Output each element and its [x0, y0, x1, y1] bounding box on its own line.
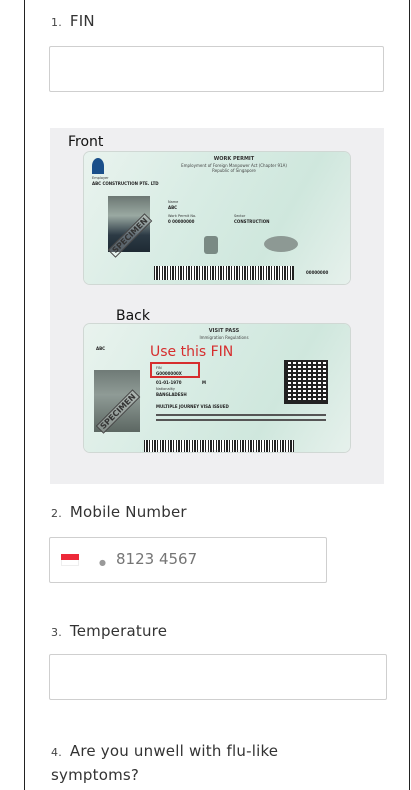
mobile-number-field[interactable]: ●	[49, 537, 327, 583]
fin-location-illustration: Front WORK PERMIT Employment of Foreign …	[50, 128, 384, 484]
question-text: FIN	[69, 12, 95, 30]
card-country: Republic of Singapore	[212, 168, 256, 173]
front-label: Front	[68, 134, 104, 150]
sex-value: M	[202, 380, 206, 385]
card-subtitle: Immigration Regulations	[199, 335, 249, 340]
info-line	[156, 414, 326, 416]
name-label: Name	[168, 200, 179, 204]
card-title: WORK PERMIT	[213, 156, 255, 162]
nationality-value: BANGLADESH	[156, 392, 187, 397]
nationality-label: Nationality	[156, 387, 176, 391]
card-title: VISIT PASS	[208, 328, 240, 334]
name-value: ABC	[96, 346, 106, 351]
temperature-input[interactable]	[49, 654, 387, 700]
employer-label: Employer	[92, 176, 109, 180]
emblem-icon	[92, 158, 104, 174]
card-serial: 00000000	[306, 270, 329, 275]
question-unwell-label: 4. Are you unwell with flu-like symptoms?	[51, 740, 391, 786]
sector-value: CONSTRUCTION	[234, 219, 270, 224]
back-label: Back	[116, 308, 150, 324]
barcode	[144, 440, 294, 452]
work-permit-card-front: WORK PERMIT Employment of Foreign Manpow…	[84, 152, 350, 284]
question-number: 1.	[51, 16, 62, 29]
qr-code-icon	[284, 360, 328, 404]
fin-highlight-box	[150, 362, 200, 378]
thumbprint	[264, 236, 298, 252]
barcode	[154, 266, 294, 280]
question-temperature-label: 3. Temperature	[51, 622, 167, 640]
dropdown-dot-icon[interactable]: ●	[99, 558, 106, 567]
work-permit-label: Work Permit No.	[168, 214, 197, 218]
info-line	[156, 419, 326, 421]
work-permit-value: 0 00000000	[168, 219, 195, 224]
question-number: 4.	[51, 746, 62, 759]
question-number: 2.	[51, 507, 62, 520]
use-this-fin-note: Use this FIN	[150, 344, 234, 360]
question-mobile-label: 2. Mobile Number	[51, 503, 187, 521]
question-text: Temperature	[69, 622, 168, 640]
fin-input[interactable]	[49, 46, 384, 92]
employer-value: ABC CONSTRUCTION PTE. LTD	[92, 181, 159, 186]
sector-label: Sector	[234, 214, 246, 218]
question-fin-label: 1. FIN	[51, 12, 95, 30]
small-photo	[204, 236, 218, 254]
question-text-line2: symptoms?	[51, 766, 140, 784]
question-text: Are you unwell with flu-like	[69, 742, 279, 760]
question-text: Mobile Number	[69, 503, 187, 521]
mobile-number-input[interactable]	[116, 550, 306, 568]
singapore-flag-icon[interactable]	[61, 554, 79, 566]
dob-value: 01-01-1970	[156, 380, 182, 385]
journey-type: MULTIPLE JOURNEY VISA ISSUED	[156, 404, 229, 409]
name-value: ABC	[168, 205, 178, 210]
question-number: 3.	[51, 626, 62, 639]
